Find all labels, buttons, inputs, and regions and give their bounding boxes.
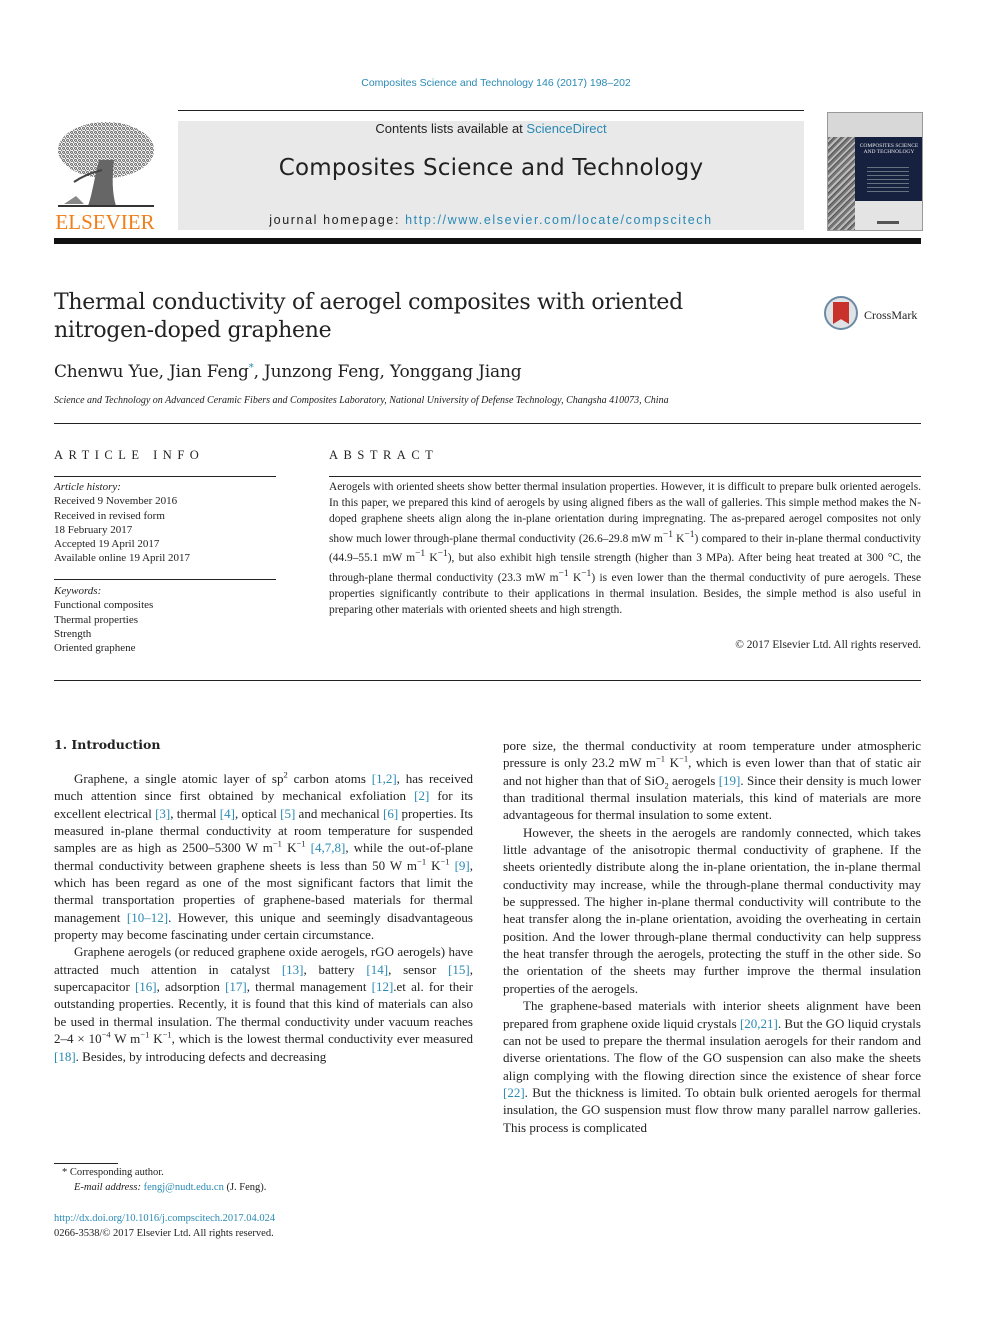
keyword: Oriented graphene [54,642,136,655]
header-thick-rule [54,238,921,244]
reference-link[interactable]: [16] [135,979,157,994]
corresponding-author-footnote: * Corresponding author. E-mail address: … [62,1167,267,1193]
author-list: Chenwu Yue, Jian Feng*, Junzong Feng, Yo… [54,362,522,382]
author-name[interactable]: Junzong Feng [264,362,380,382]
reference-link[interactable]: [9] [455,858,470,873]
elsevier-logo[interactable]: ELSEVIER [54,120,156,234]
article-info-heading: ARTICLE INFO [54,448,205,462]
reference-link[interactable]: [13] [282,962,304,977]
elsevier-tree-icon [58,122,154,207]
journal-citation-link[interactable]: Composites Science and Technology 146 (2… [0,77,992,89]
reference-link[interactable]: [4,7,8] [311,840,346,855]
footnote-rule [54,1163,118,1164]
reference-link[interactable]: [10–12] [127,910,168,925]
article-title: Thermal conductivity of aerogel composit… [54,290,683,343]
paragraph: Graphene aerogels (or reduced graphene o… [54,944,474,1064]
author-name[interactable]: Yonggang Jiang [390,362,522,382]
body-column-right: pore size, the thermal conductivity at r… [503,737,921,1136]
paragraph: However, the sheets in the aerogels are … [503,824,921,996]
reference-link[interactable]: [15] [448,962,470,977]
reference-link[interactable]: [22] [503,1085,525,1100]
doi-block: http://dx.doi.org/10.1016/j.compscitech.… [54,1211,275,1241]
reference-link[interactable]: [6] [383,806,398,821]
divider [329,476,921,477]
issn-copyright: 0266-3538/© 2017 Elsevier Ltd. All right… [54,1228,274,1239]
affiliation: Science and Technology on Advanced Ceram… [54,395,669,406]
crossmark-label: CrossMark [864,308,918,322]
divider [54,579,276,580]
paragraph: pore size, the thermal conductivity at r… [503,738,922,823]
keyword: Strength [54,627,92,640]
keyword: Thermal properties [54,613,138,626]
body-column-left: Graphene, a single atomic layer of sp2 c… [54,755,473,1065]
history-item: Received in revised form [54,509,165,522]
divider [54,423,921,424]
history-label: Article history: [54,481,121,493]
journal-banner: Contents lists available at ScienceDirec… [178,121,804,230]
crossmark-button[interactable]: CrossMark [824,296,924,336]
divider [54,680,921,681]
reference-link[interactable]: [12] [372,979,394,994]
homepage-link[interactable]: http://www.elsevier.com/locate/compscite… [405,213,713,227]
reference-link[interactable]: [1,2] [372,771,397,786]
reference-link[interactable]: [4] [220,806,235,821]
paragraph: Graphene, a single atomic layer of sp2 c… [54,769,474,943]
sciencedirect-link[interactable]: ScienceDirect [526,121,606,136]
reference-link[interactable]: [14] [366,962,388,977]
elsevier-wordmark: ELSEVIER [55,210,155,234]
author-name[interactable]: Chenwu Yue [54,362,159,382]
reference-link[interactable]: [3] [155,806,170,821]
keywords-label: Keywords: [54,585,102,597]
author-name[interactable]: Jian Feng [169,362,249,382]
history-item: 18 February 2017 [54,523,133,536]
abstract-body: Aerogels with oriented sheets show bette… [329,481,922,616]
journal-cover-image[interactable]: COMPOSITES SCIENCE AND TECHNOLOGY [827,112,923,231]
reference-link[interactable]: [5] [280,806,295,821]
journal-homepage-line: journal homepage: http://www.elsevier.co… [178,213,804,227]
paragraph: The graphene-based materials with interi… [503,998,921,1135]
doi-link[interactable]: http://dx.doi.org/10.1016/j.compscitech.… [54,1213,275,1224]
cover-title: COMPOSITES SCIENCE AND TECHNOLOGY [859,143,919,155]
history-item: Accepted 19 April 2017 [54,538,160,551]
keywords: Keywords: Functional composites Thermal … [54,584,153,655]
article-history: Article history: Received 9 November 201… [54,480,190,566]
reference-link[interactable]: [18] [54,1049,76,1064]
history-item: Received 9 November 2016 [54,495,178,508]
reference-link[interactable]: [20,21] [740,1016,778,1031]
contents-prefix: Contents lists available at [375,121,527,136]
reference-link[interactable]: [2] [414,788,429,803]
abstract-copyright: © 2017 Elsevier Ltd. All rights reserved… [735,639,921,651]
reference-link[interactable]: [17] [225,979,247,994]
abstract-heading: ABSTRACT [329,448,439,462]
email-link[interactable]: fengj@nudt.edu.cn [144,1182,224,1193]
section-heading-introduction: 1. Introduction [54,737,161,752]
homepage-prefix: journal homepage: [269,213,406,227]
contents-line: Contents lists available at ScienceDirec… [178,121,804,136]
divider [54,476,276,477]
cover-photo [828,137,855,230]
history-item: Available online 19 April 2017 [54,552,191,565]
keyword: Functional composites [54,599,154,612]
header-rule [178,110,804,111]
journal-title: Composites Science and Technology [278,155,704,181]
reference-link[interactable]: [19] [719,773,741,788]
